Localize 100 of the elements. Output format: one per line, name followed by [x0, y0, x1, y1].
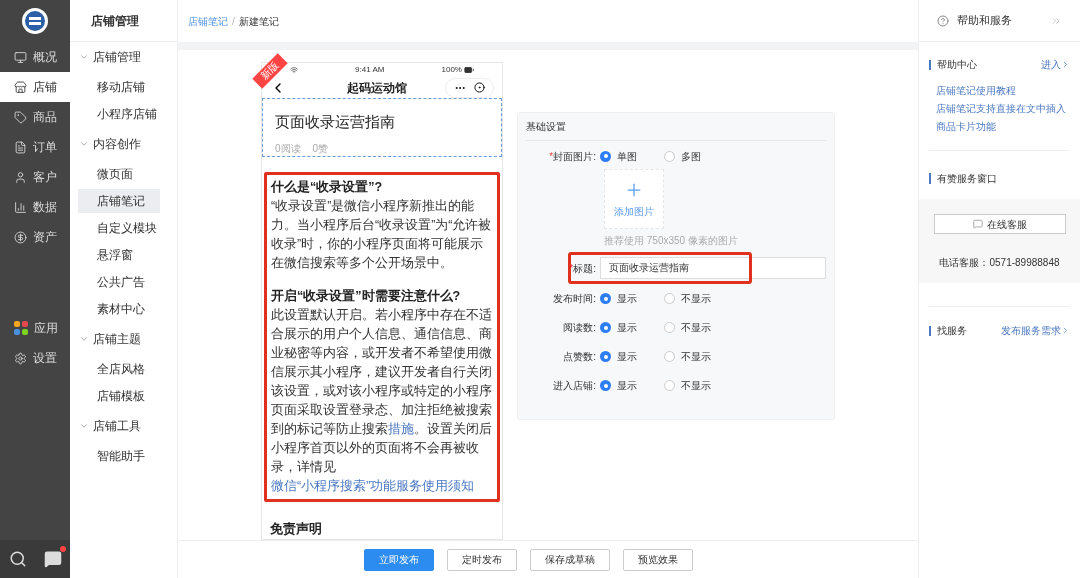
- sidebar-item[interactable]: 店铺笔记: [78, 189, 160, 213]
- help-icon: [937, 14, 949, 27]
- battery-level: 100%: [441, 64, 474, 77]
- group-toggle[interactable]: 店铺主题: [70, 324, 141, 354]
- nav-item[interactable]: 应用: [0, 313, 70, 343]
- nav-icon: [14, 200, 27, 214]
- radio-button[interactable]: [664, 351, 675, 362]
- group-toggle[interactable]: 内容创作: [70, 129, 141, 159]
- breadcrumb-link[interactable]: 店铺笔记: [188, 13, 228, 29]
- radio-option[interactable]: 显示: [600, 320, 656, 335]
- radio-button[interactable]: [600, 150, 611, 162]
- paragraph: “收录设置”是微信小程序新推出的能力。当小程序后台“收录设置”为“允许被收录”时，你的小程序页面将可能展示在微信搜索等多个公开场景中。: [271, 198, 493, 273]
- chevron-icon: [79, 421, 89, 431]
- sidebar-item[interactable]: 店铺模板: [78, 384, 160, 408]
- help-link[interactable]: 店铺笔记支持直接在文中插入商品卡片功能: [936, 100, 1070, 136]
- radio-option[interactable]: 显示: [600, 378, 656, 393]
- panel-title: 基础设置: [526, 113, 826, 141]
- radio-button[interactable]: [600, 293, 611, 304]
- nav-icon: [14, 170, 27, 184]
- chevron-icon: [79, 52, 89, 62]
- nav-item[interactable]: 概况: [0, 42, 70, 72]
- radio-option[interactable]: 多图: [664, 148, 720, 164]
- action-button[interactable]: 保存成草稿: [529, 548, 610, 571]
- chevron-icon: [79, 334, 89, 344]
- nav-item[interactable]: 设置: [0, 343, 70, 373]
- radio-option[interactable]: 不显示: [664, 349, 720, 364]
- link[interactable]: 微信“小程序搜索”功能服务使用须知: [271, 479, 475, 494]
- paragraph: 此设置默认开启。若小程序中存在不适合展示的用户个人信息、通信信息、商业秘密等内容，或开发者不希望使用微信展示其小程序，建议开发者自行关闭该设置，或对该小程序或特定的小程序页面采取设置登录态、加注拒绝被搜索到的标记等防止搜索措施。设置关闭后小程序首页以外的页面将不会再被收录，详情见 微信“小程序搜索”功能服务使用须知: [271, 307, 493, 496]
- radio-button[interactable]: [664, 150, 675, 162]
- radio-option[interactable]: 不显示: [664, 378, 720, 393]
- field-label: 阅读数:: [562, 321, 597, 335]
- nav-item[interactable]: 客户: [0, 162, 70, 192]
- chevron-icon: [79, 139, 89, 149]
- radio-button[interactable]: [600, 322, 611, 333]
- help-link[interactable]: 店铺笔记使用教程: [936, 82, 1070, 100]
- wifi-icon: [290, 66, 298, 75]
- radio-option[interactable]: 不显示: [664, 320, 720, 335]
- chat-icon[interactable]: [43, 550, 62, 568]
- action-button[interactable]: 定时发布: [446, 548, 517, 571]
- chat-icon: [972, 219, 983, 229]
- radio-option[interactable]: 显示: [600, 349, 656, 364]
- radio-button[interactable]: [664, 293, 675, 304]
- radio-option[interactable]: 显示: [600, 291, 656, 306]
- field-label: *封面图片:: [548, 149, 597, 164]
- link[interactable]: 措施: [388, 422, 414, 437]
- title-input[interactable]: 页面收录运营指南: [600, 257, 826, 279]
- sidebar-item[interactable]: 自定义模块: [78, 216, 160, 240]
- nav-item[interactable]: 订单: [0, 132, 70, 162]
- nav-item[interactable]: 资产: [0, 222, 70, 252]
- sidebar-item[interactable]: 公共广告: [78, 270, 160, 294]
- nav-icon: [14, 140, 27, 154]
- phone-number: 电话客服：0571-89988848: [939, 256, 1060, 270]
- sidebar-item[interactable]: 移动店铺: [78, 75, 160, 99]
- read-count: 0阅读: [275, 142, 301, 157]
- group-toggle[interactable]: 店铺管理: [70, 42, 141, 72]
- nav-icon: [14, 110, 27, 124]
- nav-icon: [14, 230, 27, 244]
- panel-title: 帮助和服务: [957, 13, 1013, 29]
- nav-item[interactable]: 商品: [0, 102, 70, 132]
- section-heading: 免责声明: [269, 521, 323, 539]
- search-icon[interactable]: [8, 550, 27, 568]
- radio-option[interactable]: 不显示: [664, 291, 720, 306]
- page-title: 起码运动馆: [345, 79, 408, 97]
- radio-option[interactable]: 单图: [600, 148, 656, 164]
- sidebar-item[interactable]: 小程序店铺: [78, 102, 160, 126]
- radio-button[interactable]: [600, 380, 611, 391]
- breadcrumb-current: 新建笔记: [238, 14, 279, 29]
- online-service-button[interactable]: 在线客服: [933, 214, 1066, 234]
- sidebar-item[interactable]: 微页面: [78, 162, 160, 186]
- logo-icon: [22, 8, 48, 34]
- service-link[interactable]: 发布服务需求: [1001, 323, 1070, 338]
- hint-text: 推荐使用 750x350 像素的图片: [604, 234, 739, 248]
- breadcrumb-separator: /: [231, 14, 236, 29]
- section-heading: 开启“收录设置”时需要注意什么?: [271, 287, 462, 306]
- like-count: 0赞: [312, 142, 329, 157]
- nav-icon: [14, 80, 27, 94]
- chevron-icon: [1061, 326, 1070, 335]
- nav-icon: [14, 50, 27, 64]
- sidebar-item[interactable]: 智能助手: [78, 444, 160, 468]
- note-title: 页面收录运营指南: [275, 111, 396, 132]
- sidebar-item[interactable]: 悬浮窗: [78, 243, 160, 267]
- section-title: 找服务: [929, 325, 967, 336]
- action-button[interactable]: 预览效果: [622, 548, 693, 571]
- field-label: 进入店铺:: [552, 379, 597, 393]
- field-label: 点赞数:: [562, 350, 597, 364]
- status-time: 9:41 AM: [355, 64, 385, 77]
- sidebar-title: 店铺管理: [91, 12, 139, 30]
- radio-button[interactable]: [664, 322, 675, 333]
- nav-item[interactable]: 店铺: [0, 72, 70, 102]
- section-heading: 什么是“收录设置”?: [271, 179, 384, 197]
- enter-link[interactable]: 进入: [1041, 57, 1070, 72]
- sidebar-item[interactable]: 全店风格: [78, 357, 160, 381]
- section-title: 有赞服务窗口: [929, 173, 997, 184]
- chevron-icon: [1061, 60, 1070, 69]
- radio-button[interactable]: [664, 380, 675, 391]
- sidebar-item[interactable]: 素材中心: [78, 297, 160, 321]
- nav-icon: [14, 351, 27, 365]
- nav-item[interactable]: 数据: [0, 192, 70, 222]
- group-toggle[interactable]: 店铺工具: [70, 411, 141, 441]
- radio-button[interactable]: [600, 351, 611, 362]
